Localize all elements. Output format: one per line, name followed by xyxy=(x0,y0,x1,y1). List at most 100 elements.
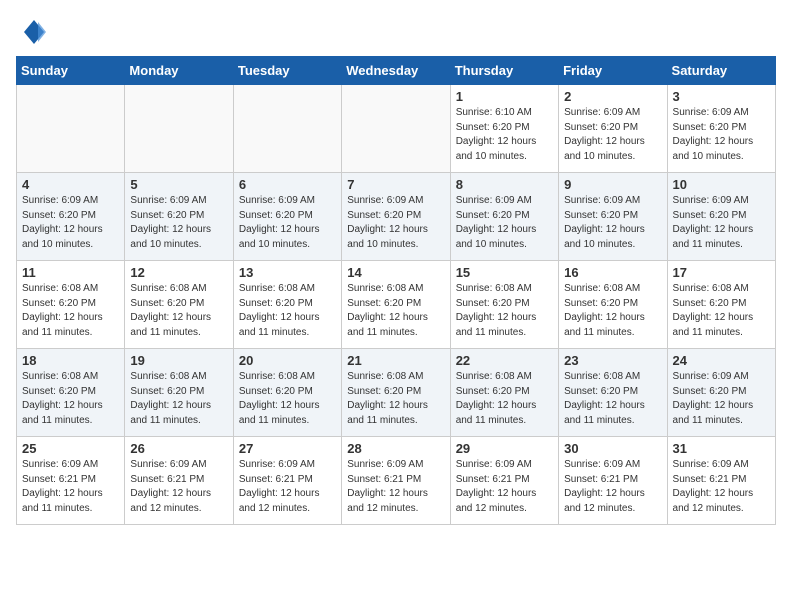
day-number: 25 xyxy=(22,441,119,456)
day-info: Sunrise: 6:10 AM Sunset: 6:20 PM Dayligh… xyxy=(456,106,553,164)
day-info: Sunrise: 6:08 AM Sunset: 6:20 PM Dayligh… xyxy=(564,370,661,428)
calendar-cell: 14 Sunrise: 6:08 AM Sunset: 6:20 PM Dayli… xyxy=(342,261,450,349)
day-info: Sunrise: 6:08 AM Sunset: 6:20 PM Dayligh… xyxy=(564,282,661,340)
calendar-cell xyxy=(125,85,233,173)
header-monday: Monday xyxy=(125,57,233,85)
calendar-cell: 28Sunrise: 6:09 AM Sunset: 6:21 PM Dayli… xyxy=(342,437,450,525)
week-row-1: 4 Sunrise: 6:09 AM Sunset: 6:20 PM Daylig… xyxy=(17,173,776,261)
calendar-cell: 12 Sunrise: 6:08 AM Sunset: 6:20 PM Dayli… xyxy=(125,261,233,349)
calendar-cell: 20 Sunrise: 6:08 AM Sunset: 6:20 PM Dayli… xyxy=(233,349,341,437)
day-number: 1 xyxy=(456,89,553,104)
day-number: 12 xyxy=(130,265,227,280)
day-number: 3 xyxy=(673,89,770,104)
calendar-cell: 22 Sunrise: 6:08 AM Sunset: 6:20 PM Dayli… xyxy=(450,349,558,437)
day-number: 10 xyxy=(673,177,770,192)
day-number: 29 xyxy=(456,441,553,456)
day-info: Sunrise: 6:09 AM Sunset: 6:21 PM Dayligh… xyxy=(347,458,444,516)
day-info: Sunrise: 6:08 AM Sunset: 6:20 PM Dayligh… xyxy=(130,282,227,340)
day-info: Sunrise: 6:09 AM Sunset: 6:20 PM Dayligh… xyxy=(564,106,661,164)
day-info: Sunrise: 6:09 AM Sunset: 6:21 PM Dayligh… xyxy=(564,458,661,516)
day-number: 22 xyxy=(456,353,553,368)
day-info: Sunrise: 6:09 AM Sunset: 6:20 PM Dayligh… xyxy=(130,194,227,252)
day-info: Sunrise: 6:09 AM Sunset: 6:21 PM Dayligh… xyxy=(239,458,336,516)
header-row: SundayMondayTuesdayWednesdayThursdayFrid… xyxy=(17,57,776,85)
calendar-cell: 15Sunrise: 6:08 AM Sunset: 6:20 PM Dayli… xyxy=(450,261,558,349)
day-number: 16 xyxy=(564,265,661,280)
calendar-cell: 18 Sunrise: 6:08 AM Sunset: 6:20 PM Dayli… xyxy=(17,349,125,437)
header-thursday: Thursday xyxy=(450,57,558,85)
calendar-cell: 7Sunrise: 6:09 AM Sunset: 6:20 PM Daylig… xyxy=(342,173,450,261)
calendar-cell xyxy=(342,85,450,173)
day-info: Sunrise: 6:09 AM Sunset: 6:20 PM Dayligh… xyxy=(673,370,770,428)
day-info: Sunrise: 6:08 AM Sunset: 6:20 PM Dayligh… xyxy=(456,370,553,428)
calendar-cell: 13 Sunrise: 6:08 AM Sunset: 6:20 PM Dayli… xyxy=(233,261,341,349)
calendar-cell: 11 Sunrise: 6:08 AM Sunset: 6:20 PM Dayli… xyxy=(17,261,125,349)
calendar-cell xyxy=(233,85,341,173)
week-row-4: 25 Sunrise: 6:09 AM Sunset: 6:21 PM Dayli… xyxy=(17,437,776,525)
header-saturday: Saturday xyxy=(667,57,775,85)
calendar-cell: 24 Sunrise: 6:09 AM Sunset: 6:20 PM Dayli… xyxy=(667,349,775,437)
day-number: 26 xyxy=(130,441,227,456)
day-number: 27 xyxy=(239,441,336,456)
day-info: Sunrise: 6:08 AM Sunset: 6:20 PM Dayligh… xyxy=(22,282,119,340)
day-number: 6 xyxy=(239,177,336,192)
calendar-cell: 17Sunrise: 6:08 AM Sunset: 6:20 PM Dayli… xyxy=(667,261,775,349)
calendar-cell: 4 Sunrise: 6:09 AM Sunset: 6:20 PM Daylig… xyxy=(17,173,125,261)
day-number: 4 xyxy=(22,177,119,192)
day-number: 20 xyxy=(239,353,336,368)
day-number: 11 xyxy=(22,265,119,280)
day-number: 7 xyxy=(347,177,444,192)
day-number: 21 xyxy=(347,353,444,368)
calendar-cell: 3 Sunrise: 6:09 AM Sunset: 6:20 PM Daylig… xyxy=(667,85,775,173)
calendar-cell: 31 Sunrise: 6:09 AM Sunset: 6:21 PM Dayli… xyxy=(667,437,775,525)
day-info: Sunrise: 6:08 AM Sunset: 6:20 PM Dayligh… xyxy=(239,370,336,428)
calendar-cell: 19 Sunrise: 6:08 AM Sunset: 6:20 PM Dayli… xyxy=(125,349,233,437)
logo xyxy=(16,16,52,48)
day-number: 17 xyxy=(673,265,770,280)
day-info: Sunrise: 6:08 AM Sunset: 6:20 PM Dayligh… xyxy=(347,370,444,428)
day-info: Sunrise: 6:09 AM Sunset: 6:21 PM Dayligh… xyxy=(673,458,770,516)
day-number: 31 xyxy=(673,441,770,456)
calendar-cell: 30 Sunrise: 6:09 AM Sunset: 6:21 PM Dayli… xyxy=(559,437,667,525)
calendar-cell: 16 Sunrise: 6:08 AM Sunset: 6:20 PM Dayli… xyxy=(559,261,667,349)
day-number: 24 xyxy=(673,353,770,368)
day-info: Sunrise: 6:08 AM Sunset: 6:20 PM Dayligh… xyxy=(456,282,553,340)
day-info: Sunrise: 6:09 AM Sunset: 6:20 PM Dayligh… xyxy=(673,194,770,252)
day-info: Sunrise: 6:08 AM Sunset: 6:20 PM Dayligh… xyxy=(130,370,227,428)
day-info: Sunrise: 6:09 AM Sunset: 6:20 PM Dayligh… xyxy=(564,194,661,252)
header-friday: Friday xyxy=(559,57,667,85)
day-number: 18 xyxy=(22,353,119,368)
day-number: 19 xyxy=(130,353,227,368)
day-number: 14 xyxy=(347,265,444,280)
calendar-cell: 21 Sunrise: 6:08 AM Sunset: 6:20 PM Dayli… xyxy=(342,349,450,437)
calendar-cell: 23Sunrise: 6:08 AM Sunset: 6:20 PM Dayli… xyxy=(559,349,667,437)
day-info: Sunrise: 6:08 AM Sunset: 6:20 PM Dayligh… xyxy=(239,282,336,340)
calendar-cell: 26 Sunrise: 6:09 AM Sunset: 6:21 PM Dayli… xyxy=(125,437,233,525)
day-info: Sunrise: 6:09 AM Sunset: 6:21 PM Dayligh… xyxy=(130,458,227,516)
week-row-0: 1 Sunrise: 6:10 AM Sunset: 6:20 PM Daylig… xyxy=(17,85,776,173)
week-row-3: 18 Sunrise: 6:08 AM Sunset: 6:20 PM Dayli… xyxy=(17,349,776,437)
day-info: Sunrise: 6:09 AM Sunset: 6:21 PM Dayligh… xyxy=(22,458,119,516)
logo-icon xyxy=(16,16,48,48)
header-wednesday: Wednesday xyxy=(342,57,450,85)
day-number: 5 xyxy=(130,177,227,192)
calendar-cell: 8Sunrise: 6:09 AM Sunset: 6:20 PM Daylig… xyxy=(450,173,558,261)
day-info: Sunrise: 6:09 AM Sunset: 6:20 PM Dayligh… xyxy=(22,194,119,252)
day-number: 30 xyxy=(564,441,661,456)
day-info: Sunrise: 6:09 AM Sunset: 6:20 PM Dayligh… xyxy=(239,194,336,252)
day-info: Sunrise: 6:08 AM Sunset: 6:20 PM Dayligh… xyxy=(22,370,119,428)
calendar-cell: 2 Sunrise: 6:09 AM Sunset: 6:20 PM Daylig… xyxy=(559,85,667,173)
day-number: 13 xyxy=(239,265,336,280)
calendar-cell: 5 Sunrise: 6:09 AM Sunset: 6:20 PM Daylig… xyxy=(125,173,233,261)
calendar-cell: 6 Sunrise: 6:09 AM Sunset: 6:20 PM Daylig… xyxy=(233,173,341,261)
day-number: 9 xyxy=(564,177,661,192)
calendar-cell: 27 Sunrise: 6:09 AM Sunset: 6:21 PM Dayli… xyxy=(233,437,341,525)
day-info: Sunrise: 6:09 AM Sunset: 6:21 PM Dayligh… xyxy=(456,458,553,516)
day-number: 2 xyxy=(564,89,661,104)
day-info: Sunrise: 6:09 AM Sunset: 6:20 PM Dayligh… xyxy=(673,106,770,164)
header-sunday: Sunday xyxy=(17,57,125,85)
calendar-cell: 10 Sunrise: 6:09 AM Sunset: 6:20 PM Dayli… xyxy=(667,173,775,261)
week-row-2: 11 Sunrise: 6:08 AM Sunset: 6:20 PM Dayli… xyxy=(17,261,776,349)
day-number: 8 xyxy=(456,177,553,192)
day-info: Sunrise: 6:08 AM Sunset: 6:20 PM Dayligh… xyxy=(347,282,444,340)
